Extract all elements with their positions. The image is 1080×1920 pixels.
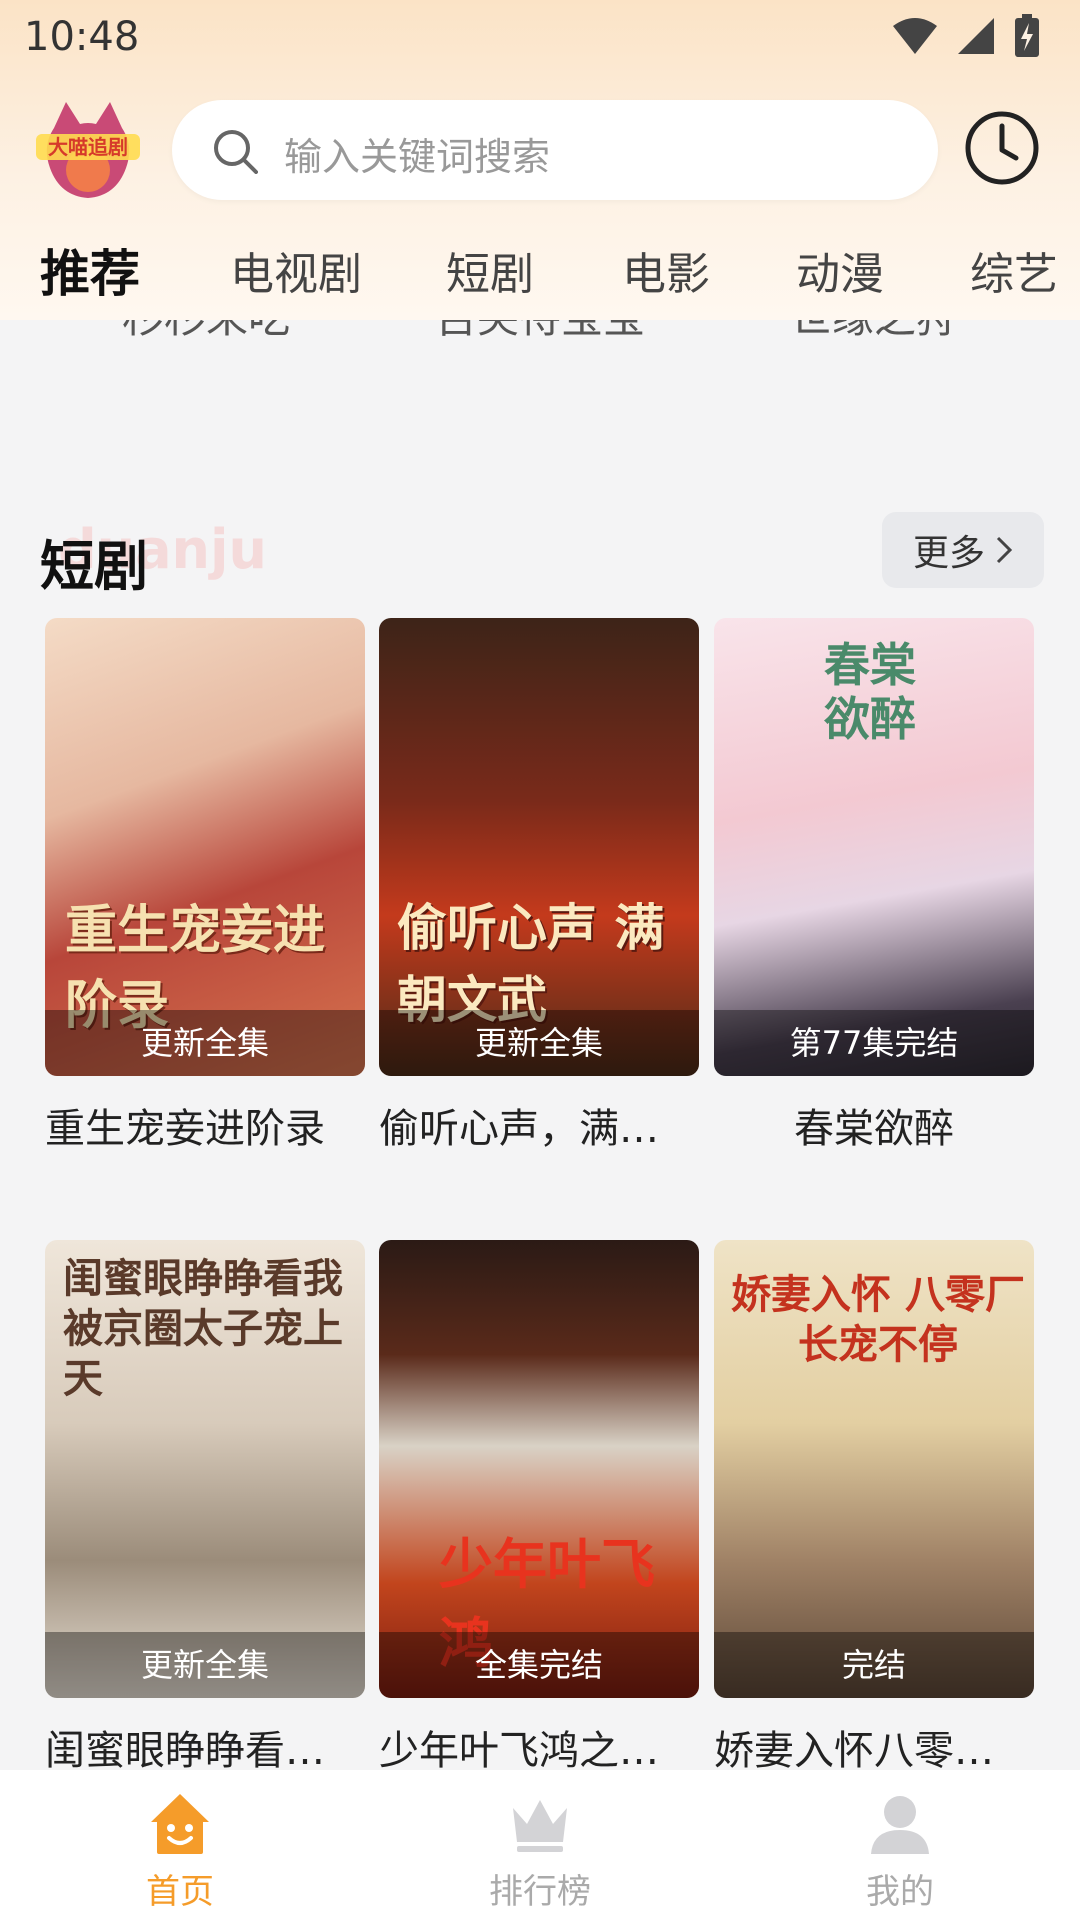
- tab-label: 电影: [622, 249, 710, 300]
- battery-icon: [1015, 14, 1039, 57]
- nav-profile[interactable]: 我的: [800, 1788, 1000, 1913]
- previous-row-title[interactable]: 世缘之狩: [714, 320, 1034, 345]
- previous-row-titles: 杉杉来吃 舌尖待宝宝 世缘之狩: [0, 320, 1080, 344]
- nav-label: 排行榜: [489, 1872, 591, 1912]
- status-badge: 更新全集: [45, 1632, 365, 1698]
- nav-label: 我的: [866, 1872, 934, 1912]
- card-title[interactable]: 少年叶飞鸿之…: [379, 1718, 709, 1770]
- drama-card[interactable]: 闺蜜眼睁睁看我被京圈太子宠上天 更新全集 闺蜜眼睁睁看…: [45, 1240, 365, 1770]
- poster-image[interactable]: 偷听心声 满朝文武 更新全集: [379, 618, 699, 1076]
- tab-label: 推荐: [40, 245, 140, 303]
- app-logo[interactable]: 大喵追剧: [36, 98, 140, 202]
- profile-icon: [871, 1796, 929, 1854]
- poster-image[interactable]: 娇妻入怀 八零厂长宠不停 完结: [714, 1240, 1034, 1698]
- status-icons: [892, 12, 1040, 60]
- status-badge: 完结: [714, 1632, 1034, 1698]
- header: 大喵追剧 输入关键词搜索: [0, 90, 1080, 210]
- card-title[interactable]: 春棠欲醉: [714, 1096, 1034, 1154]
- status-time: 10:48: [24, 14, 140, 60]
- signal-icon: [958, 18, 994, 54]
- section-header: duanju 短剧 更多: [0, 510, 1080, 598]
- status-badge: 更新全集: [379, 1010, 699, 1076]
- tab-label: 短剧: [446, 249, 534, 300]
- status-badge: 全集完结: [379, 1632, 699, 1698]
- tab-recommend[interactable]: 推荐: [40, 234, 140, 306]
- tab-movie[interactable]: 电影: [622, 238, 710, 302]
- card-title[interactable]: 闺蜜眼睁睁看…: [45, 1718, 375, 1770]
- history-icon[interactable]: [964, 110, 1040, 186]
- content-feed[interactable]: 杉杉来吃 舌尖待宝宝 世缘之狩 duanju 短剧 更多 重生宠妾进阶录 更新全…: [0, 320, 1080, 1770]
- bottom-navigation: 首页 排行榜 我的: [0, 1770, 1080, 1920]
- svg-text:大喵追剧: 大喵追剧: [48, 135, 128, 159]
- search-bar[interactable]: 输入关键词搜索: [172, 100, 938, 200]
- tab-variety[interactable]: 综艺: [970, 238, 1058, 302]
- nav-label: 首页: [146, 1872, 214, 1912]
- tab-label: 动漫: [796, 249, 884, 300]
- poster-title-art: 春棠欲醉: [824, 638, 916, 746]
- drama-card[interactable]: 偷听心声 满朝文武 更新全集 偷听心声，满…: [379, 618, 699, 1154]
- tab-anime[interactable]: 动漫: [796, 238, 884, 302]
- poster-image[interactable]: 春棠欲醉 第77集完结: [714, 618, 1034, 1076]
- tab-short-drama[interactable]: 短剧: [446, 238, 534, 302]
- tab-label: 综艺: [970, 249, 1058, 300]
- home-icon: [151, 1794, 209, 1854]
- status-bar: 10:48: [0, 0, 1080, 70]
- status-badge: 第77集完结: [714, 1010, 1034, 1076]
- poster-title-art: 闺蜜眼睁睁看我被京圈太子宠上天: [63, 1256, 343, 1402]
- drama-card[interactable]: 春棠欲醉 第77集完结 春棠欲醉: [714, 618, 1034, 1154]
- status-badge: 更新全集: [45, 1010, 365, 1076]
- category-tabs: 推荐 电视剧 短剧 电影 动漫 综艺: [0, 238, 1080, 308]
- drama-card[interactable]: 重生宠妾进阶录 更新全集 重生宠妾进阶录: [45, 618, 365, 1154]
- section-title: 短剧: [40, 535, 148, 598]
- previous-row-title[interactable]: 舌尖待宝宝: [380, 320, 700, 345]
- more-button[interactable]: 更多: [882, 512, 1044, 588]
- search-placeholder: 输入关键词搜索: [284, 135, 551, 179]
- more-label: 更多: [912, 533, 985, 574]
- tab-tv-series[interactable]: 电视剧: [230, 238, 362, 302]
- poster-image[interactable]: 重生宠妾进阶录 更新全集: [45, 618, 365, 1076]
- crown-icon: [513, 1800, 567, 1852]
- search-icon: [214, 130, 258, 174]
- poster-image[interactable]: 少年叶飞鸿 全集完结: [379, 1240, 699, 1698]
- drama-card[interactable]: 少年叶飞鸿 全集完结 少年叶飞鸿之…: [379, 1240, 699, 1770]
- chevron-right-icon: [996, 536, 1013, 564]
- previous-row-title[interactable]: 杉杉来吃: [46, 320, 366, 345]
- poster-image[interactable]: 闺蜜眼睁睁看我被京圈太子宠上天 更新全集: [45, 1240, 365, 1698]
- poster-title-art: 娇妻入怀 八零厂长宠不停: [731, 1272, 1025, 1368]
- wifi-icon: [893, 18, 937, 54]
- card-title[interactable]: 偷听心声，满…: [379, 1096, 709, 1154]
- card-title[interactable]: 重生宠妾进阶录: [45, 1096, 375, 1154]
- drama-card[interactable]: 娇妻入怀 八零厂长宠不停 完结 娇妻入怀八零…: [714, 1240, 1034, 1770]
- nav-ranking[interactable]: 排行榜: [440, 1788, 640, 1913]
- nav-home[interactable]: 首页: [80, 1788, 280, 1913]
- tab-label: 电视剧: [230, 249, 362, 300]
- card-title[interactable]: 娇妻入怀八零…: [714, 1718, 1044, 1770]
